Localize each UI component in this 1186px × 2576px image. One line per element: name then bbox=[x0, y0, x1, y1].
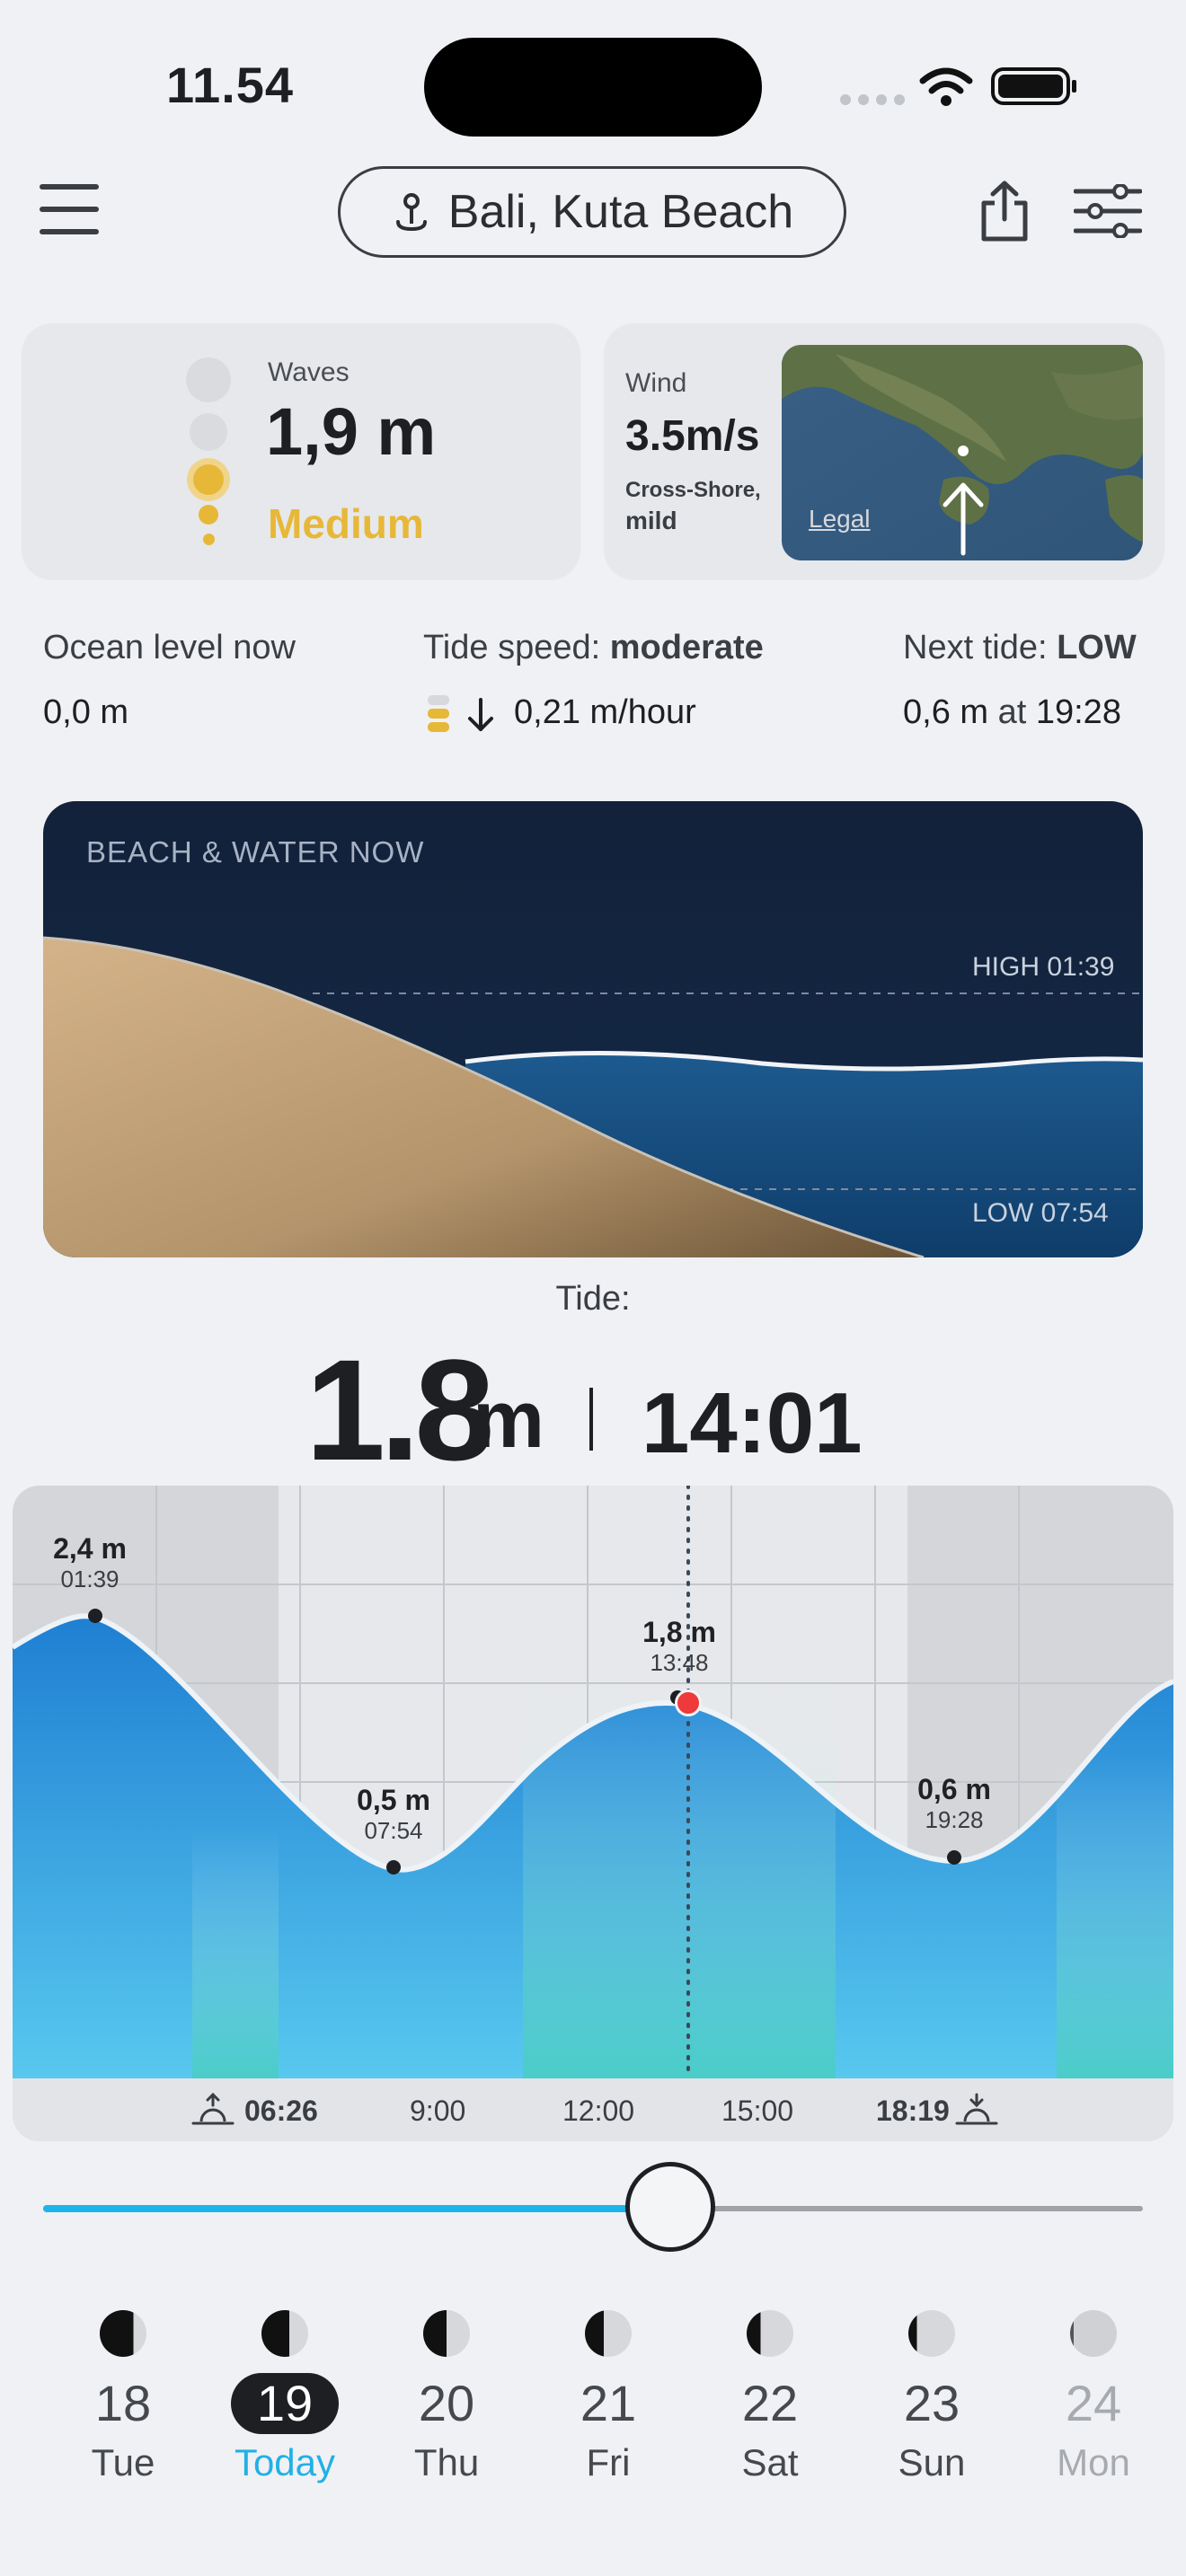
time-slider-thumb[interactable] bbox=[625, 2162, 715, 2252]
extreme-height: 2,4 m bbox=[53, 1532, 127, 1565]
extreme-label-1: 2,4 m 01:39 bbox=[36, 1532, 144, 1593]
beach-water-illustration bbox=[43, 801, 1143, 1257]
day-number: 19 bbox=[231, 2373, 339, 2434]
battery-icon bbox=[991, 67, 1076, 105]
share-icon[interactable] bbox=[975, 180, 1034, 244]
extreme-label-3: 1,8 m 13:48 bbox=[625, 1616, 733, 1677]
day-name: Mon bbox=[1057, 2441, 1130, 2483]
wind-label: Wind bbox=[625, 368, 687, 398]
day-number: 24 bbox=[1065, 2375, 1122, 2431]
axis-tick-9: 9:00 bbox=[410, 2095, 466, 2127]
waves-height: 1,9 m bbox=[266, 394, 437, 469]
sunrise-icon bbox=[191, 2092, 235, 2125]
arrow-down-icon bbox=[468, 698, 493, 731]
moon-phase-icon bbox=[585, 2310, 632, 2357]
tide-time-now: 14:01 bbox=[642, 1375, 863, 1471]
map-legal-link[interactable]: Legal bbox=[809, 505, 871, 534]
tide-speed-label: Tide speed: moderate bbox=[423, 629, 764, 667]
moon-phase-icon bbox=[100, 2310, 146, 2357]
next-tide-time: 19:28 bbox=[1035, 693, 1121, 731]
tide-extreme-marker[interactable] bbox=[386, 1860, 401, 1875]
next-tide-type: LOW bbox=[1057, 629, 1137, 666]
tide-speed-icon bbox=[428, 695, 449, 732]
extreme-time: 19:28 bbox=[925, 1806, 984, 1833]
tide-extreme-marker[interactable] bbox=[947, 1850, 961, 1865]
day-tue[interactable]: 18 Tue bbox=[56, 2310, 190, 2484]
beach-title: BEACH & WATER NOW bbox=[86, 835, 425, 869]
day-number: 23 bbox=[903, 2375, 960, 2431]
day-number: 22 bbox=[741, 2375, 799, 2431]
pin-icon bbox=[395, 193, 427, 232]
tide-caption: Tide: bbox=[555, 1280, 631, 1318]
current-time-marker[interactable] bbox=[677, 1692, 699, 1714]
next-tide-height: 0,6 m bbox=[903, 693, 989, 731]
extreme-time: 01:39 bbox=[60, 1566, 119, 1592]
extreme-height: 0,6 m bbox=[917, 1773, 991, 1805]
day-thu[interactable]: 20 Thu bbox=[379, 2310, 514, 2484]
moon-phase-icon bbox=[747, 2310, 793, 2357]
extreme-height: 1,8 m bbox=[642, 1616, 716, 1648]
dynamic-island bbox=[424, 38, 762, 137]
moon-phase-icon bbox=[423, 2310, 470, 2357]
waves-severity: Medium bbox=[268, 500, 424, 547]
sunset-time: 18:19 bbox=[876, 2095, 950, 2127]
ocean-level-value: 0,0 m bbox=[43, 693, 129, 731]
wifi-icon bbox=[919, 67, 973, 106]
day-today[interactable]: 19 Today bbox=[217, 2310, 352, 2484]
wave-level-indicator bbox=[184, 356, 234, 553]
day-name: Fri bbox=[586, 2441, 631, 2483]
extreme-height: 0,5 m bbox=[357, 1784, 430, 1816]
extreme-time: 13:48 bbox=[650, 1649, 709, 1676]
waves-label: Waves bbox=[268, 357, 350, 387]
day-name: Sun bbox=[898, 2441, 966, 2483]
settings-sliders-icon[interactable] bbox=[1074, 184, 1142, 238]
next-tide-value: 0,6 m at 19:28 bbox=[903, 693, 1121, 732]
sunrise-time: 06:26 bbox=[244, 2095, 318, 2127]
day-number: 18 bbox=[94, 2375, 152, 2431]
extreme-time: 07:54 bbox=[364, 1817, 423, 1844]
status-time: 11.54 bbox=[166, 57, 295, 113]
wind-direction: Cross-Shore, bbox=[625, 478, 761, 502]
menu-button[interactable] bbox=[40, 184, 99, 234]
next-tide-label: Next tide: LOW bbox=[903, 629, 1137, 667]
day-sat[interactable]: 22 Sat bbox=[703, 2310, 837, 2484]
moon-phase-icon bbox=[261, 2310, 308, 2357]
moon-phase-icon bbox=[908, 2310, 955, 2357]
wind-speed: 3.5m/s bbox=[625, 412, 760, 460]
tide-height-now: 1.8 bbox=[305, 1329, 494, 1490]
ocean-level-label: Ocean level now bbox=[43, 629, 296, 666]
axis-tick-12: 12:00 bbox=[562, 2095, 635, 2127]
extreme-label-4: 0,6 m 19:28 bbox=[900, 1773, 1008, 1834]
tide-unit: m bbox=[473, 1375, 545, 1465]
day-number: 21 bbox=[580, 2375, 637, 2431]
tide-speed-strength: moderate bbox=[609, 629, 764, 666]
axis-tick-15: 15:00 bbox=[721, 2095, 794, 2127]
tide-chart[interactable]: 2,4 m 01:39 0,5 m 07:54 1,8 m 13:48 0,6 … bbox=[13, 1486, 1173, 2141]
location-name: Bali, Kuta Beach bbox=[447, 186, 794, 238]
moon-phase-icon bbox=[1070, 2310, 1117, 2357]
tide-speed-label-text: Tide speed: bbox=[423, 629, 610, 666]
day-number: 20 bbox=[418, 2375, 475, 2431]
tide-speed-value: 0,21 m/hour bbox=[514, 693, 696, 731]
extreme-label-2: 0,5 m 07:54 bbox=[340, 1784, 447, 1845]
location-selector[interactable]: Bali, Kuta Beach bbox=[338, 166, 846, 258]
day-mon[interactable]: 24 Mon bbox=[1026, 2310, 1161, 2484]
next-tide-at: at bbox=[988, 693, 1036, 731]
wind-strength: mild bbox=[625, 507, 677, 534]
day-sun[interactable]: 23 Sun bbox=[864, 2310, 999, 2484]
day-name: Today bbox=[234, 2441, 336, 2483]
day-name: Sat bbox=[741, 2441, 799, 2483]
day-name: Tue bbox=[91, 2441, 155, 2483]
day-name: Thu bbox=[413, 2441, 480, 2483]
time-slider-fill bbox=[43, 2205, 670, 2212]
tide-extreme-marker[interactable] bbox=[88, 1609, 102, 1623]
cellular-signal-icon bbox=[840, 94, 905, 105]
next-tide-label-text: Next tide: bbox=[903, 629, 1058, 666]
sunset-icon bbox=[955, 2093, 998, 2125]
day-fri[interactable]: 21 Fri bbox=[541, 2310, 676, 2484]
high-tide-label: HIGH 01:39 bbox=[972, 952, 1115, 982]
low-tide-label: LOW 07:54 bbox=[972, 1198, 1109, 1228]
tide-divider bbox=[589, 1388, 593, 1451]
